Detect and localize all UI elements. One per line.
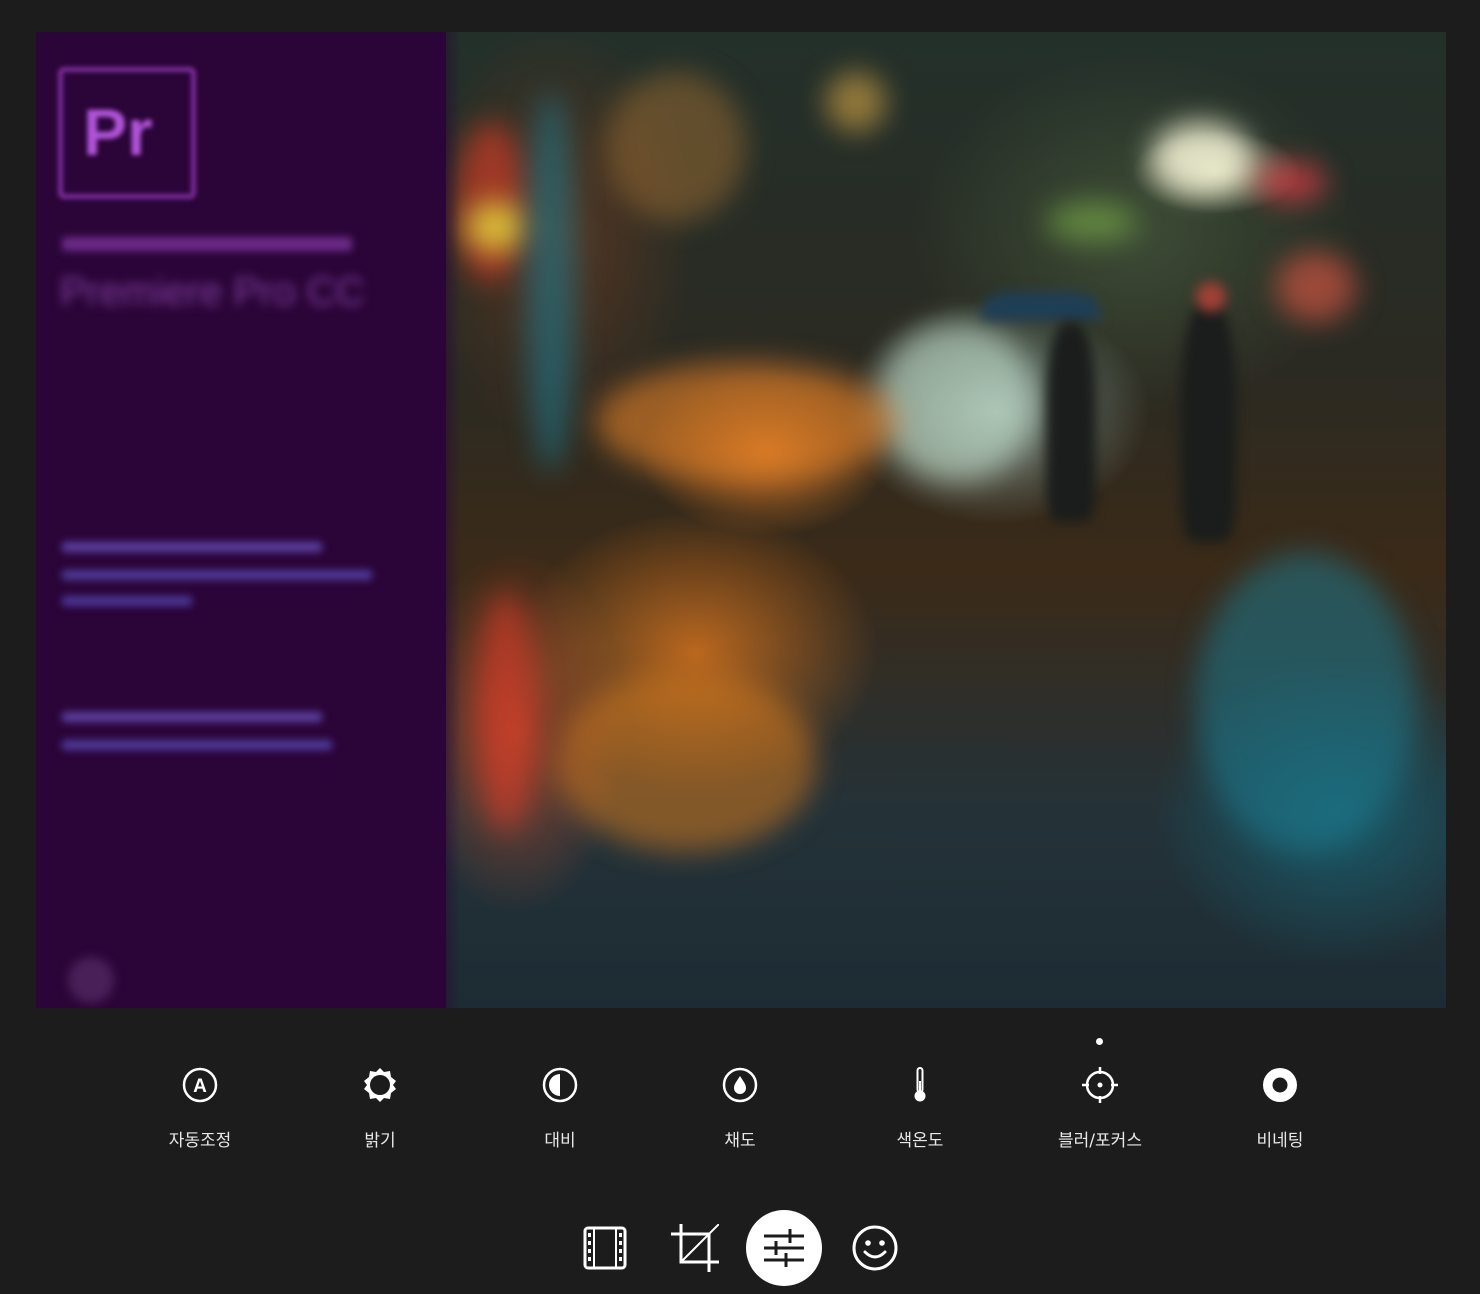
vignette-icon	[1263, 1068, 1297, 1102]
focus-icon	[1082, 1067, 1118, 1103]
tool-auto-adjust[interactable]: A 자동조정	[110, 1060, 290, 1160]
image-canvas[interactable]: Pr Premiere Pro CC	[36, 32, 1446, 1008]
tool-label: 비네팅	[1256, 1131, 1304, 1151]
crop-icon	[671, 1224, 719, 1272]
adobe-badge	[68, 957, 114, 1003]
selected-tool-indicator	[1096, 1038, 1103, 1045]
tool-contrast[interactable]: 대비	[470, 1060, 650, 1160]
tool-temperature[interactable]: 색온도	[830, 1060, 1010, 1160]
saturation-icon	[722, 1067, 758, 1103]
temperature-icon	[914, 1067, 926, 1102]
premiere-logo: Pr	[58, 67, 196, 199]
tool-vignette[interactable]: 비네팅	[1190, 1060, 1370, 1160]
brightness-icon	[364, 1068, 396, 1102]
tool-blur-focus[interactable]: 블러/포커스	[1010, 1060, 1190, 1160]
tool-label: 대비	[544, 1131, 576, 1151]
smiley-icon	[852, 1225, 898, 1271]
mode-sticker-button[interactable]	[837, 1210, 913, 1286]
tool-label: 채도	[724, 1131, 756, 1151]
adjust-tools-row: A 자동조정 밝기 대비 채도 색온도 블러/포커스 비네팅	[110, 1060, 1370, 1160]
tool-label: 색온도	[896, 1131, 944, 1151]
tool-label: 밝기	[364, 1131, 396, 1151]
mode-filters-button[interactable]	[567, 1210, 643, 1286]
tool-label: 자동조정	[168, 1131, 232, 1151]
tool-brightness[interactable]: 밝기	[290, 1060, 470, 1160]
svg-text:A: A	[193, 1076, 207, 1097]
mode-adjust-button[interactable]	[746, 1210, 822, 1286]
tool-saturation[interactable]: 채도	[650, 1060, 830, 1160]
mode-crop-button[interactable]	[657, 1210, 733, 1286]
adjust-sliders-icon	[764, 1229, 804, 1267]
tool-label: 블러/포커스	[1058, 1131, 1142, 1151]
photo-blurred-scene	[436, 32, 1446, 1008]
contrast-icon	[542, 1067, 578, 1103]
splash-title-blurred: Premiere Pro CC	[60, 270, 365, 314]
premiere-splash-panel: Pr Premiere Pro CC	[36, 32, 446, 1008]
filmstrip-icon	[583, 1226, 627, 1270]
auto-adjust-icon: A	[182, 1067, 218, 1103]
